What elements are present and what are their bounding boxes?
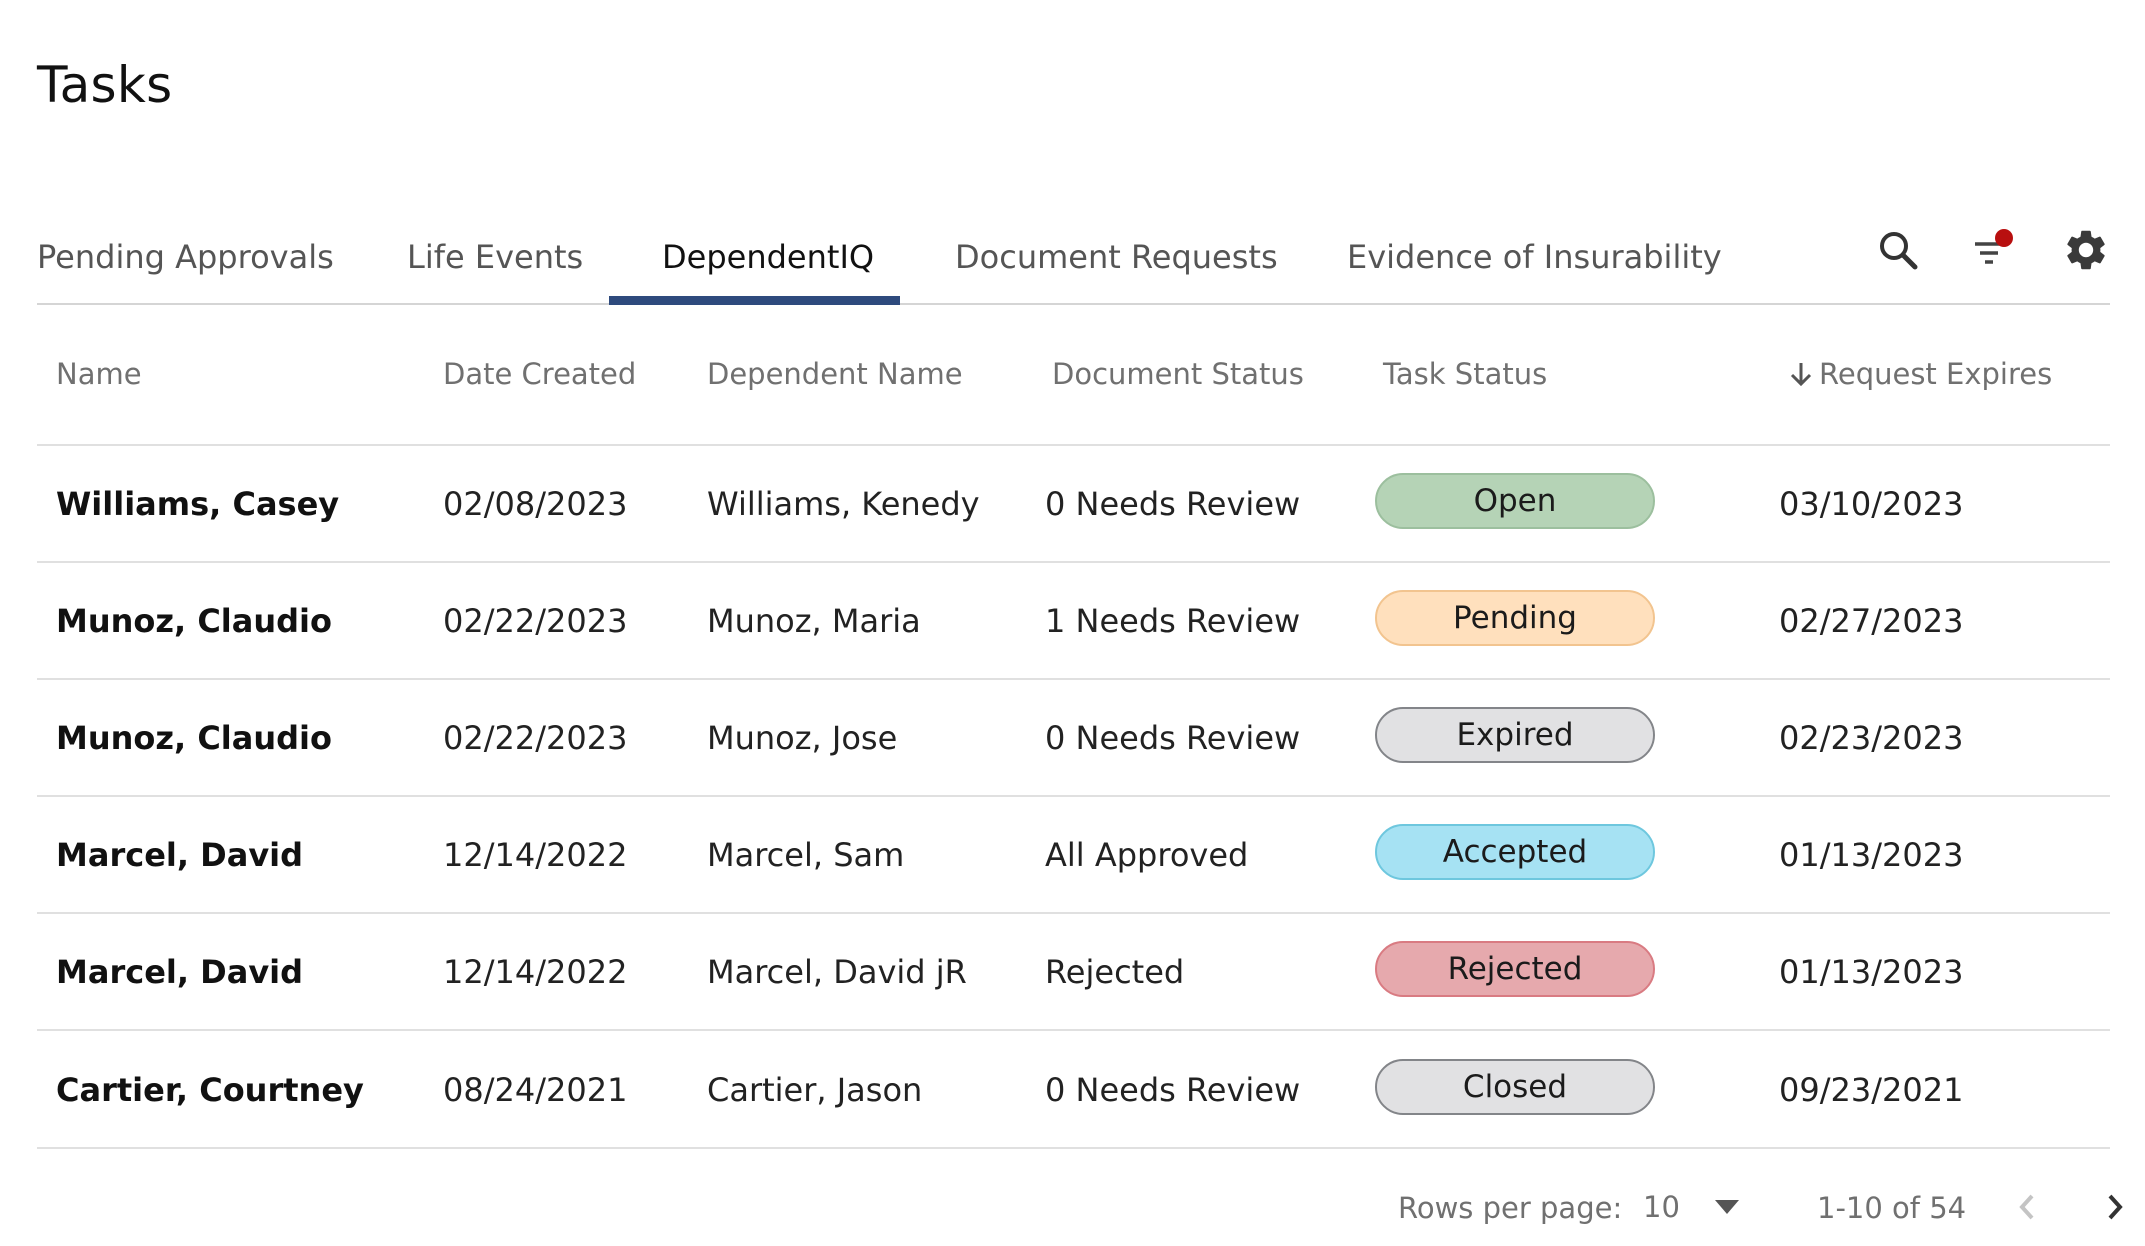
document-status: 0 Needs Review xyxy=(1045,718,1301,757)
caret-down-icon xyxy=(1714,1199,1740,1215)
tab-life-events[interactable]: Life Events xyxy=(407,210,583,303)
rows-per-page-value: 10 xyxy=(1643,1190,1680,1224)
table-row[interactable]: Williams, Casey 02/08/2023 Williams, Kened… xyxy=(37,446,2110,563)
task-status-badge: Accepted xyxy=(1375,824,1655,880)
filter-icon[interactable] xyxy=(1962,220,2022,280)
date-created: 12/14/2022 xyxy=(443,835,628,874)
date-created: 02/22/2023 xyxy=(443,718,628,757)
table-row[interactable]: Marcel, David 12/14/2022 Marcel, Sam All Ap… xyxy=(37,797,2110,914)
request-expires: 09/23/2021 xyxy=(1779,1070,1964,1109)
document-status: 1 Needs Review xyxy=(1045,601,1301,640)
document-status: Rejected xyxy=(1045,952,1185,991)
chevron-left-icon[interactable] xyxy=(2007,1187,2047,1227)
column-header-date-created[interactable]: Date Created xyxy=(443,303,636,444)
request-expires: 02/23/2023 xyxy=(1779,718,1964,757)
dependent-name: Marcel, David jR xyxy=(707,952,967,991)
pagination-range: 1-10 of 54 xyxy=(1817,1191,1967,1225)
rows-per-page-select[interactable]: 10 xyxy=(1643,1182,1740,1232)
table-row[interactable]: Munoz, Claudio 02/22/2023 Munoz, Maria 1 Ne… xyxy=(37,563,2110,680)
task-status-badge: Pending xyxy=(1375,590,1655,646)
tab-bar: Pending Approvals Life Events DependentI… xyxy=(37,210,2110,305)
dependent-name: Williams, Kenedy xyxy=(707,484,980,523)
employee-name[interactable]: Williams, Casey xyxy=(56,446,339,561)
column-header-name[interactable]: Name xyxy=(56,303,142,444)
task-status-badge: Closed xyxy=(1375,1059,1655,1115)
date-created: 12/14/2022 xyxy=(443,952,628,991)
request-expires-label: Request Expires xyxy=(1819,356,2053,391)
request-expires: 02/27/2023 xyxy=(1779,601,1964,640)
request-expires: 03/10/2023 xyxy=(1779,484,1964,523)
sort-arrow-down-icon[interactable] xyxy=(1789,360,1813,388)
page-title: Tasks xyxy=(37,56,173,114)
employee-name[interactable]: Cartier, Courtney xyxy=(56,1032,364,1147)
request-expires: 01/13/2023 xyxy=(1779,952,1964,991)
document-status: 0 Needs Review xyxy=(1045,484,1301,523)
table-row[interactable]: Cartier, Courtney 08/24/2021 Cartier, Jaso… xyxy=(37,1032,2110,1149)
employee-name[interactable]: Marcel, David xyxy=(56,914,303,1029)
filter-badge xyxy=(1995,229,2013,247)
dependent-name: Marcel, Sam xyxy=(707,835,905,874)
date-created: 02/08/2023 xyxy=(443,484,628,523)
dependent-name: Munoz, Maria xyxy=(707,601,921,640)
tab-dependentiq[interactable]: DependentIQ xyxy=(662,210,874,303)
task-status-badge: Expired xyxy=(1375,707,1655,763)
search-icon[interactable] xyxy=(1868,220,1928,280)
employee-name[interactable]: Marcel, David xyxy=(56,797,303,912)
rows-per-page-label: Rows per page: xyxy=(1398,1191,1623,1225)
column-header-dependent-name[interactable]: Dependent Name xyxy=(707,303,963,444)
chevron-right-icon[interactable] xyxy=(2095,1187,2135,1227)
column-header-document-status[interactable]: Document Status xyxy=(1052,303,1304,444)
dependent-name: Cartier, Jason xyxy=(707,1070,923,1109)
task-status-badge: Open xyxy=(1375,473,1655,529)
date-created: 02/22/2023 xyxy=(443,601,628,640)
dependent-name: Munoz, Jose xyxy=(707,718,898,757)
task-status-badge: Rejected xyxy=(1375,941,1655,997)
employee-name[interactable]: Munoz, Claudio xyxy=(56,680,332,795)
date-created: 08/24/2021 xyxy=(443,1070,628,1109)
tab-evidence-of-insurability[interactable]: Evidence of Insurability xyxy=(1347,210,1722,303)
employee-name[interactable]: Munoz, Claudio xyxy=(56,563,332,678)
gear-icon[interactable] xyxy=(2056,220,2116,280)
column-header-request-expires[interactable]: Request Expires xyxy=(1789,303,2052,444)
table-header: Name Date Created Dependent Name Documen… xyxy=(37,303,2110,446)
document-status: 0 Needs Review xyxy=(1045,1070,1301,1109)
request-expires: 01/13/2023 xyxy=(1779,835,1964,874)
tab-pending-approvals[interactable]: Pending Approvals xyxy=(37,210,334,303)
document-status: All Approved xyxy=(1045,835,1249,874)
tab-document-requests[interactable]: Document Requests xyxy=(955,210,1278,303)
table-row[interactable]: Marcel, David 12/14/2022 Marcel, David jR R… xyxy=(37,914,2110,1031)
table-row[interactable]: Munoz, Claudio 02/22/2023 Munoz, Jose 0 Nee… xyxy=(37,680,2110,797)
column-header-task-status[interactable]: Task Status xyxy=(1383,303,1547,444)
